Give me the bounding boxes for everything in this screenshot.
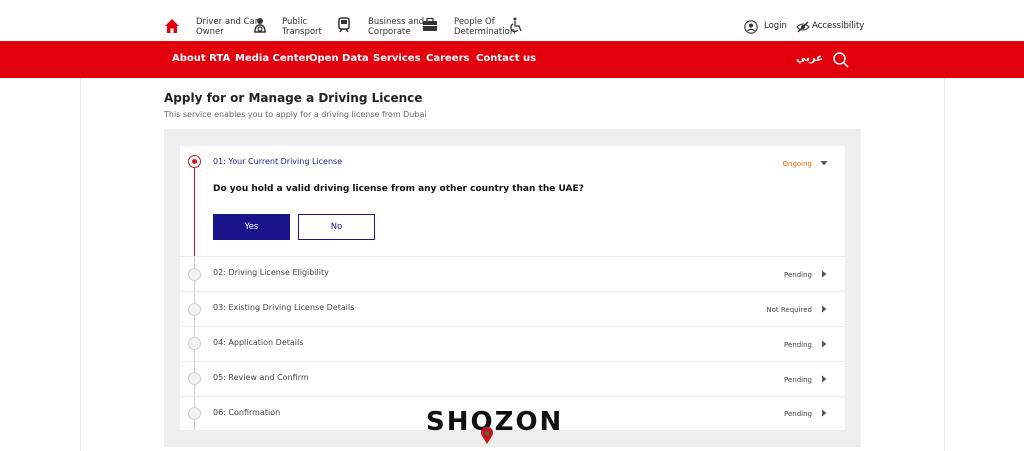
user-icon (744, 20, 758, 34)
driver-icon (254, 18, 266, 33)
step-indicator (188, 268, 201, 281)
step-status: Ongoing (782, 160, 813, 168)
step-divider (180, 396, 845, 397)
step-indicator (188, 372, 201, 385)
search-icon[interactable] (832, 51, 850, 69)
language-toggle[interactable]: عربي (796, 53, 823, 64)
accessibility-link[interactable]: Accessibility (796, 21, 865, 33)
nav-item-about[interactable]: About RTA (172, 53, 230, 64)
step-title[interactable]: 06: Confirmation (213, 408, 280, 417)
nav-category-determination[interactable]: People Of Determination (454, 17, 522, 37)
chevron-right-icon[interactable] (820, 305, 828, 313)
step-title[interactable]: 01: Your Current Driving License (213, 157, 342, 166)
map-pin-icon (481, 427, 493, 444)
main-nav: About RTA Media Center Open Data Service… (0, 41, 1024, 78)
nav-category-business[interactable]: Business and Corporate (368, 17, 437, 37)
chevron-right-icon[interactable] (820, 375, 828, 383)
category-line1: Business and (368, 17, 425, 27)
accessibility-label: Accessibility (812, 21, 865, 31)
page-subtitle: This service enables you to apply for a … (164, 110, 427, 119)
category-line1: People Of (454, 17, 495, 27)
category-line2: Transport (282, 27, 322, 37)
step-indicator (188, 303, 201, 316)
category-line2: Owner (196, 27, 224, 37)
step-status: Pending (784, 341, 812, 349)
yes-button[interactable]: Yes (213, 214, 290, 240)
category-line1: Public (282, 17, 308, 27)
question-text: Do you hold a valid driving license from… (213, 184, 584, 194)
step-divider (180, 361, 845, 362)
step-status: Not Required (766, 306, 812, 314)
chevron-right-icon[interactable] (820, 270, 828, 278)
metro-icon (338, 17, 350, 33)
step-divider (180, 291, 845, 292)
nav-item-careers[interactable]: Careers (426, 53, 469, 64)
category-line1: Driver and Car (196, 17, 259, 27)
category-line2: Determination (454, 27, 516, 37)
step-status: Pending (784, 376, 812, 384)
step-title[interactable]: 02: Driving License Eligibility (213, 268, 329, 277)
no-button[interactable]: No (298, 214, 375, 240)
step-title[interactable]: 03: Existing Driving License Details (213, 303, 354, 312)
nav-item-contact[interactable]: Contact us (476, 53, 536, 64)
login-label: Login (764, 21, 787, 31)
step-indicator (188, 407, 201, 420)
chevron-down-icon[interactable] (820, 159, 828, 167)
step-title[interactable]: 05: Review and Confirm (213, 373, 309, 382)
step-divider (180, 256, 845, 257)
login-link[interactable]: Login (744, 20, 787, 34)
chevron-right-icon[interactable] (820, 409, 828, 417)
category-line2: Corporate (368, 27, 411, 37)
page-edge-right (944, 78, 945, 451)
nav-item-media[interactable]: Media Center (235, 53, 310, 64)
eye-slash-icon (796, 21, 810, 33)
nav-category-transport[interactable]: Public Transport (282, 17, 350, 37)
step-title[interactable]: 04: Application Details (213, 338, 303, 347)
step-status: Pending (784, 410, 812, 418)
chevron-right-icon[interactable] (820, 340, 828, 348)
nav-category-driver[interactable]: Driver and Car Owner (196, 17, 266, 37)
home-icon[interactable] (164, 18, 180, 34)
top-bar: Driver and Car Owner Public Transport Bu… (0, 0, 1024, 41)
briefcase-icon (423, 17, 437, 31)
step-divider (180, 326, 845, 327)
page-title: Apply for or Manage a Driving Licence (164, 91, 423, 105)
step-indicator-active (188, 155, 201, 168)
nav-item-services[interactable]: Services (373, 53, 421, 64)
page-edge-left (80, 78, 81, 451)
step-status: Pending (784, 271, 812, 279)
step-indicator (188, 337, 201, 350)
wheelchair-icon (510, 17, 522, 33)
step-connector (194, 167, 195, 256)
nav-item-opendata[interactable]: Open Data (309, 53, 369, 64)
